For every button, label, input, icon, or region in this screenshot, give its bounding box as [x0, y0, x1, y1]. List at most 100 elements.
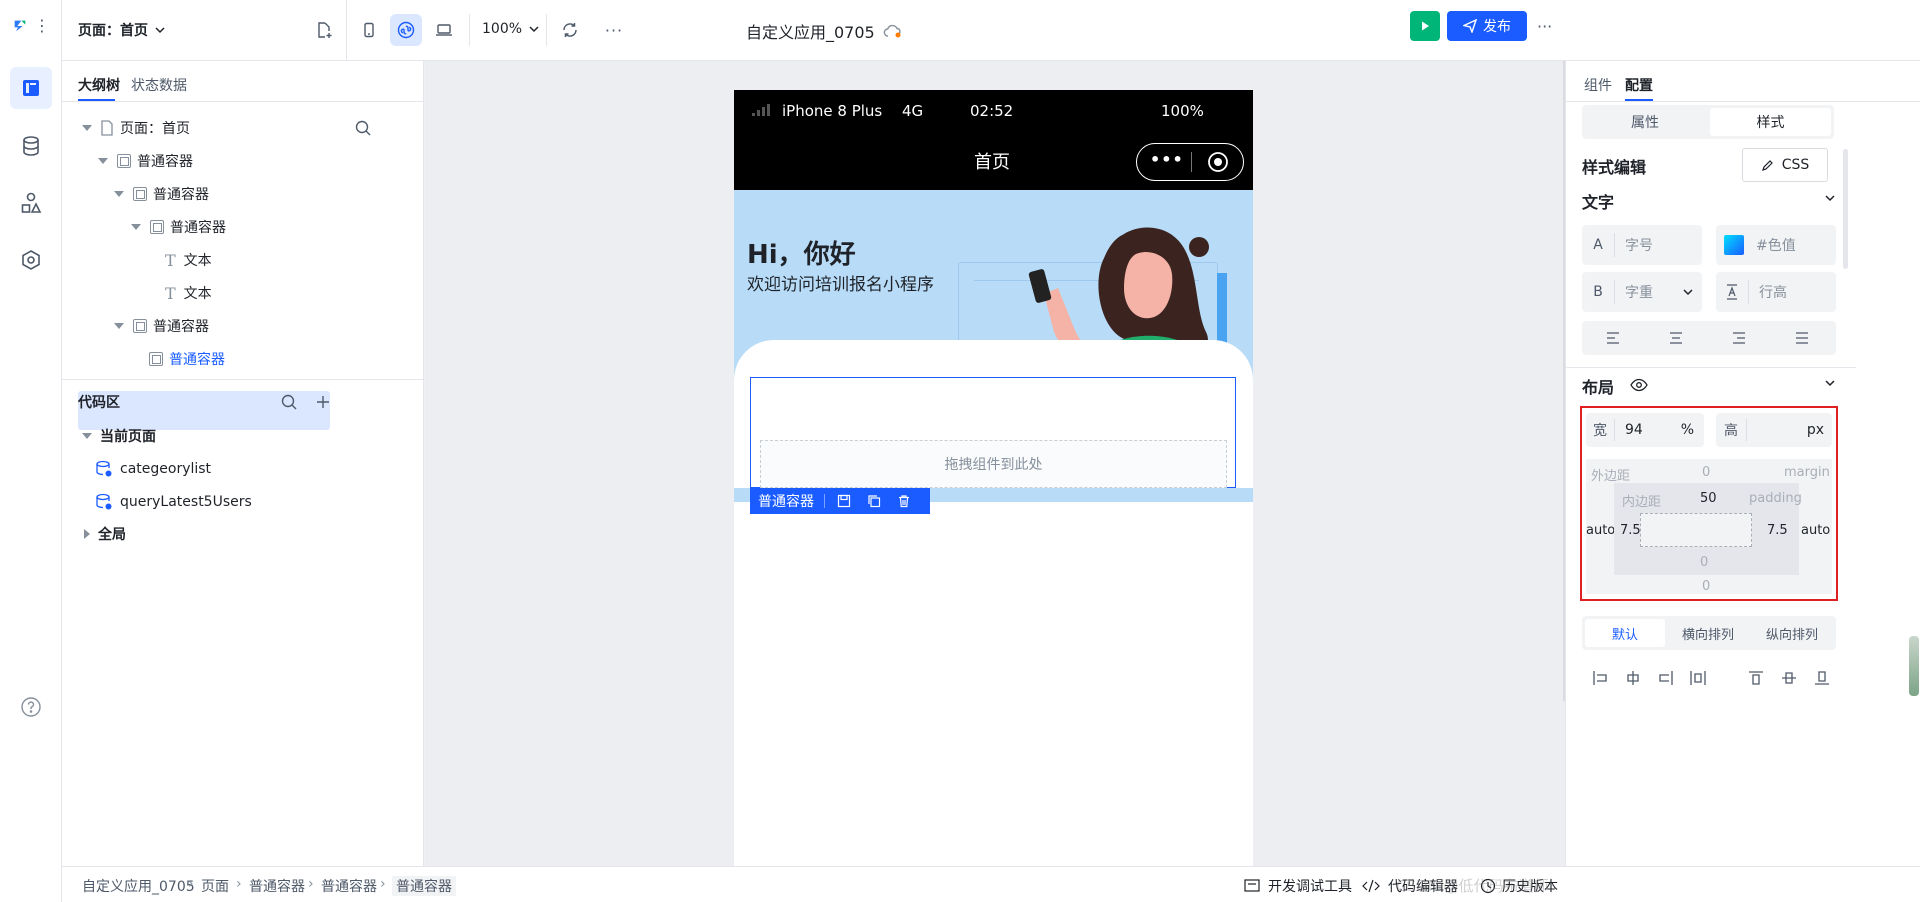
align-items-end-icon[interactable]	[1658, 670, 1674, 686]
caret-down-icon[interactable]	[131, 224, 141, 230]
capsule-menu[interactable]: •••	[1136, 143, 1244, 181]
zoom-select[interactable]: 100%	[482, 21, 540, 37]
plus-icon[interactable]	[315, 394, 331, 410]
publish-button[interactable]: 发布	[1447, 11, 1527, 41]
add-page-button[interactable]	[308, 14, 340, 46]
eye-icon[interactable]	[1630, 378, 1648, 392]
tree-node-container[interactable]: 普通容器	[114, 308, 209, 344]
desktop-view-button[interactable]	[428, 14, 460, 46]
tree-node-container-selected[interactable]: 普通容器	[149, 341, 225, 377]
flex-default[interactable]: 默认	[1585, 619, 1665, 647]
devtools-button[interactable]: 开发调试工具	[1244, 876, 1352, 896]
padding-top-value[interactable]: 50	[1700, 491, 1717, 506]
help-button[interactable]	[10, 686, 52, 728]
padding-right-value[interactable]: 7.5	[1767, 523, 1788, 538]
phone-preview[interactable]: iPhone 8 Plus 4G 02:52 100% 首页 ••• Hi，你好…	[734, 90, 1253, 866]
tab-state-data[interactable]: 状态数据	[131, 75, 187, 95]
tree-node-container[interactable]: 普通容器	[131, 209, 226, 245]
settings-button[interactable]	[10, 239, 52, 281]
tree-node-text[interactable]: T 文本	[165, 242, 212, 278]
tree-node-container[interactable]: 普通容器	[114, 176, 209, 212]
outline-tree-button[interactable]	[10, 67, 52, 109]
align-items-center-icon[interactable]	[1625, 670, 1641, 686]
content-box	[1640, 513, 1752, 547]
caret-right-icon[interactable]	[84, 529, 90, 539]
tab-config[interactable]: 配置	[1625, 75, 1653, 95]
selected-container[interactable]: 拖拽组件到此处	[750, 377, 1236, 488]
code-current-page[interactable]: 当前页面	[82, 418, 156, 454]
height-input[interactable]: 高 px	[1716, 413, 1832, 447]
seg-styles[interactable]: 样式	[1710, 108, 1831, 136]
css-edit-button[interactable]: CSS	[1742, 148, 1828, 182]
height-unit[interactable]: px	[1807, 422, 1824, 438]
search-icon[interactable]	[354, 119, 372, 137]
refresh-button[interactable]	[554, 14, 586, 46]
tab-components[interactable]: 组件	[1584, 75, 1612, 95]
caret-down-icon[interactable]	[114, 323, 124, 329]
database-button[interactable]	[10, 125, 52, 167]
margin-bottom-value[interactable]: 0	[1702, 579, 1710, 594]
caret-down-icon[interactable]	[82, 125, 92, 131]
align-justify-icon[interactable]	[1795, 332, 1809, 344]
color-swatch[interactable]	[1724, 235, 1744, 255]
run-preview-button[interactable]	[1410, 11, 1440, 41]
design-canvas[interactable]: iPhone 8 Plus 4G 02:52 100% 首页 ••• Hi，你好…	[425, 61, 1565, 866]
justify-top-icon[interactable]	[1748, 670, 1764, 686]
chevron-down-icon[interactable]	[1824, 192, 1836, 204]
floating-widget[interactable]	[1909, 636, 1919, 696]
caret-down-icon[interactable]	[114, 191, 124, 197]
margin-right-value[interactable]: auto	[1801, 523, 1830, 538]
width-input[interactable]: 宽 94 %	[1586, 413, 1704, 447]
align-left-icon[interactable]	[1606, 332, 1620, 344]
panel-scrollbar[interactable]	[1843, 149, 1848, 269]
breadcrumb-item-current[interactable]: 普通容器	[392, 876, 456, 896]
miniprogram-view-button[interactable]	[390, 14, 422, 46]
page-selector[interactable]: 页面：首页	[78, 20, 166, 40]
line-height-input[interactable]: 行高	[1716, 272, 1836, 312]
justify-bottom-icon[interactable]	[1814, 670, 1830, 686]
align-right-icon[interactable]	[1732, 332, 1746, 344]
breadcrumb-item[interactable]: 自定义应用_0705	[82, 876, 195, 896]
selection-toolbar[interactable]: 普通容器	[750, 488, 930, 514]
caret-down-icon[interactable]	[98, 158, 108, 164]
breadcrumb-item[interactable]: 普通容器	[321, 876, 377, 896]
mobile-view-button[interactable]	[353, 14, 385, 46]
width-unit[interactable]: %	[1681, 422, 1694, 438]
close-miniprogram-icon[interactable]	[1207, 151, 1229, 173]
more-horizontal-icon[interactable]: ···	[598, 14, 630, 46]
align-items-start-icon[interactable]	[1592, 670, 1608, 686]
chevron-down-icon[interactable]	[1824, 377, 1836, 389]
trash-icon[interactable]	[897, 494, 911, 508]
tree-node-container[interactable]: 普通容器	[98, 143, 193, 179]
flex-column[interactable]: 纵向排列	[1751, 619, 1833, 647]
save-template-icon[interactable]	[837, 494, 851, 508]
flex-row[interactable]: 横向排列	[1668, 619, 1748, 647]
padding-bottom-value[interactable]: 0	[1700, 555, 1708, 570]
tab-outline-tree[interactable]: 大纲树	[78, 75, 120, 95]
space-between-icon[interactable]	[1690, 670, 1706, 686]
breadcrumb-item[interactable]: 页面	[201, 876, 229, 896]
drop-zone[interactable]: 拖拽组件到此处	[760, 440, 1227, 488]
code-global[interactable]: 全局	[84, 516, 126, 552]
padding-left-value[interactable]: 7.5	[1620, 523, 1641, 538]
app-logo[interactable]: ⋮	[12, 14, 50, 38]
caret-down-icon[interactable]	[82, 433, 92, 439]
query-item[interactable]: categeorylist	[95, 451, 211, 487]
color-input[interactable]: #色值	[1716, 225, 1836, 265]
align-center-icon[interactable]	[1669, 332, 1683, 344]
margin-top-value[interactable]: 0	[1702, 465, 1710, 480]
tree-node-page[interactable]: 页面：首页	[82, 110, 372, 146]
seg-properties[interactable]: 属性	[1582, 105, 1708, 139]
copy-icon[interactable]	[867, 494, 881, 508]
more-dots-icon[interactable]: •••	[1150, 150, 1184, 169]
search-icon[interactable]	[280, 393, 298, 411]
components-button[interactable]	[10, 182, 52, 224]
font-size-input[interactable]: A 字号	[1582, 225, 1702, 265]
tree-node-text[interactable]: T 文本	[165, 275, 212, 311]
more-horizontal-icon[interactable]: ···	[1537, 17, 1552, 36]
breadcrumb-item[interactable]: 普通容器	[249, 876, 305, 896]
query-item[interactable]: queryLatest5Users	[95, 484, 252, 520]
justify-middle-icon[interactable]	[1781, 670, 1797, 686]
margin-left-value[interactable]: auto	[1586, 523, 1615, 538]
font-weight-select[interactable]: B 字重	[1582, 272, 1702, 312]
